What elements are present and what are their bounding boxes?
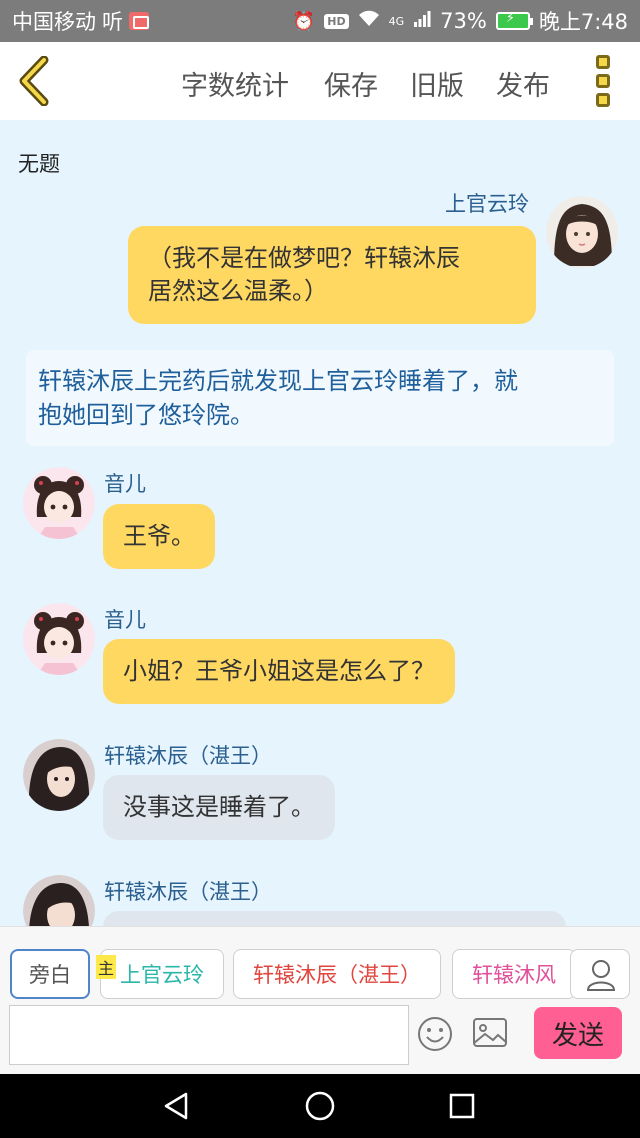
battery-percent: 73% [440, 9, 487, 33]
chevron-left-icon [19, 55, 49, 107]
network-type: 4G [388, 14, 405, 28]
image-button[interactable] [470, 1015, 510, 1051]
narration-text-line: 抱她回到了悠玲院。 [38, 401, 254, 429]
document-title[interactable]: 无题 [18, 148, 60, 178]
speaker-name: 轩辕沐辰（湛王） [104, 744, 272, 768]
character-label: 轩辕沐风 [472, 963, 556, 987]
speaker-name: 轩辕沐辰（湛王） [104, 880, 272, 904]
emoji-button[interactable] [416, 1015, 454, 1053]
send-button[interactable]: 发送 [534, 1007, 622, 1059]
save-button[interactable]: 保存 [324, 64, 378, 103]
nav-recent-button[interactable] [446, 1090, 478, 1122]
speaker-name: 上官云玲 [445, 192, 529, 216]
message-text-line: （我不是在做梦吧？轩辕沐辰 [148, 244, 460, 272]
status-bar: 中国移动听 ⏰ HD 4G 73% 晚上7:48 [0, 0, 640, 42]
triangle-back-icon [164, 1092, 188, 1120]
avatar[interactable] [546, 196, 618, 268]
message-bubble[interactable]: 小姐？王爷小姐这是怎么了？ [103, 639, 455, 704]
composer: 旁白 上官云玲 轩辕沐辰（湛王） 轩辕沐风 主 发送 [0, 926, 640, 1074]
alarm-icon: ⏰ [292, 10, 316, 32]
circle-home-icon [305, 1091, 335, 1121]
character-label: 上官云玲 [120, 963, 204, 987]
speaker-name: 音儿 [104, 472, 146, 496]
character-chip-shangguan[interactable]: 上官云玲 [100, 949, 224, 999]
avatar[interactable] [23, 603, 95, 675]
message-bubble[interactable]: （我不是在做梦吧？轩辕沐辰 居然这么温柔。） [128, 226, 536, 324]
narration-block[interactable]: 轩辕沐辰上完药后就发现上官云玲睡着了，就 抱她回到了悠玲院。 [26, 350, 614, 446]
battery-icon [495, 11, 533, 30]
old-version-button[interactable]: 旧版 [410, 64, 464, 103]
narration-text-line: 轩辕沐辰上完药后就发现上官云玲睡着了，就 [38, 367, 518, 395]
protagonist-tag: 主 [96, 955, 117, 979]
publish-button[interactable]: 发布 [496, 64, 550, 103]
chat-area[interactable]: 无题 上官云玲 （我不是在做梦吧？轩辕沐辰 居然这么温柔。） 轩辕沐辰上完药后就… [0, 120, 640, 926]
message-bubble[interactable]: 王爷。 [103, 504, 215, 569]
word-count-button[interactable]: 字数统计 [181, 64, 289, 103]
avatar[interactable] [23, 875, 95, 926]
image-icon [473, 1018, 507, 1047]
top-toolbar: 字数统计 保存 旧版 发布 [0, 42, 640, 120]
carrier-name: 中国移动 [12, 10, 96, 34]
character-chip-xuanyuan-muchen[interactable]: 轩辕沐辰（湛王） [233, 949, 441, 999]
signal-icon [413, 10, 431, 33]
carrier: 中国移动听 [12, 6, 149, 36]
character-manage-button[interactable] [570, 949, 630, 999]
message-bubble[interactable]: 没事这是睡着了。 [103, 775, 335, 840]
square-recent-icon [449, 1093, 475, 1119]
message-text: 王爷。 [123, 522, 195, 550]
more-vertical-icon[interactable] [596, 55, 612, 107]
system-nav-bar [0, 1074, 640, 1138]
carrier-suffix: 听 [102, 10, 123, 34]
hd-badge: HD [324, 13, 349, 29]
character-chip-xuanyuan-mufeng[interactable]: 轩辕沐风 [452, 949, 576, 999]
avatar[interactable] [23, 739, 95, 811]
mail-icon [129, 12, 149, 30]
wifi-icon [358, 10, 380, 33]
clock: 晚上7:48 [538, 10, 628, 34]
nav-home-button[interactable] [304, 1090, 336, 1122]
message-text: 小姐？王爷小姐这是怎么了？ [123, 657, 435, 685]
message-text: 没事这是睡着了。 [123, 793, 315, 821]
person-icon [586, 960, 616, 991]
speaker-name: 音儿 [104, 608, 146, 632]
character-chip-narrator[interactable]: 旁白 [10, 949, 90, 999]
back-button[interactable] [14, 55, 58, 107]
message-text-line: 居然这么温柔。） [148, 277, 328, 305]
message-input[interactable] [9, 1005, 409, 1065]
emoji-icon [418, 1017, 452, 1051]
nav-back-button[interactable] [160, 1090, 192, 1122]
character-label: 旁白 [29, 963, 71, 987]
character-label: 轩辕沐辰（湛王） [253, 963, 421, 987]
avatar[interactable] [23, 467, 95, 539]
message-bubble[interactable] [103, 911, 566, 926]
